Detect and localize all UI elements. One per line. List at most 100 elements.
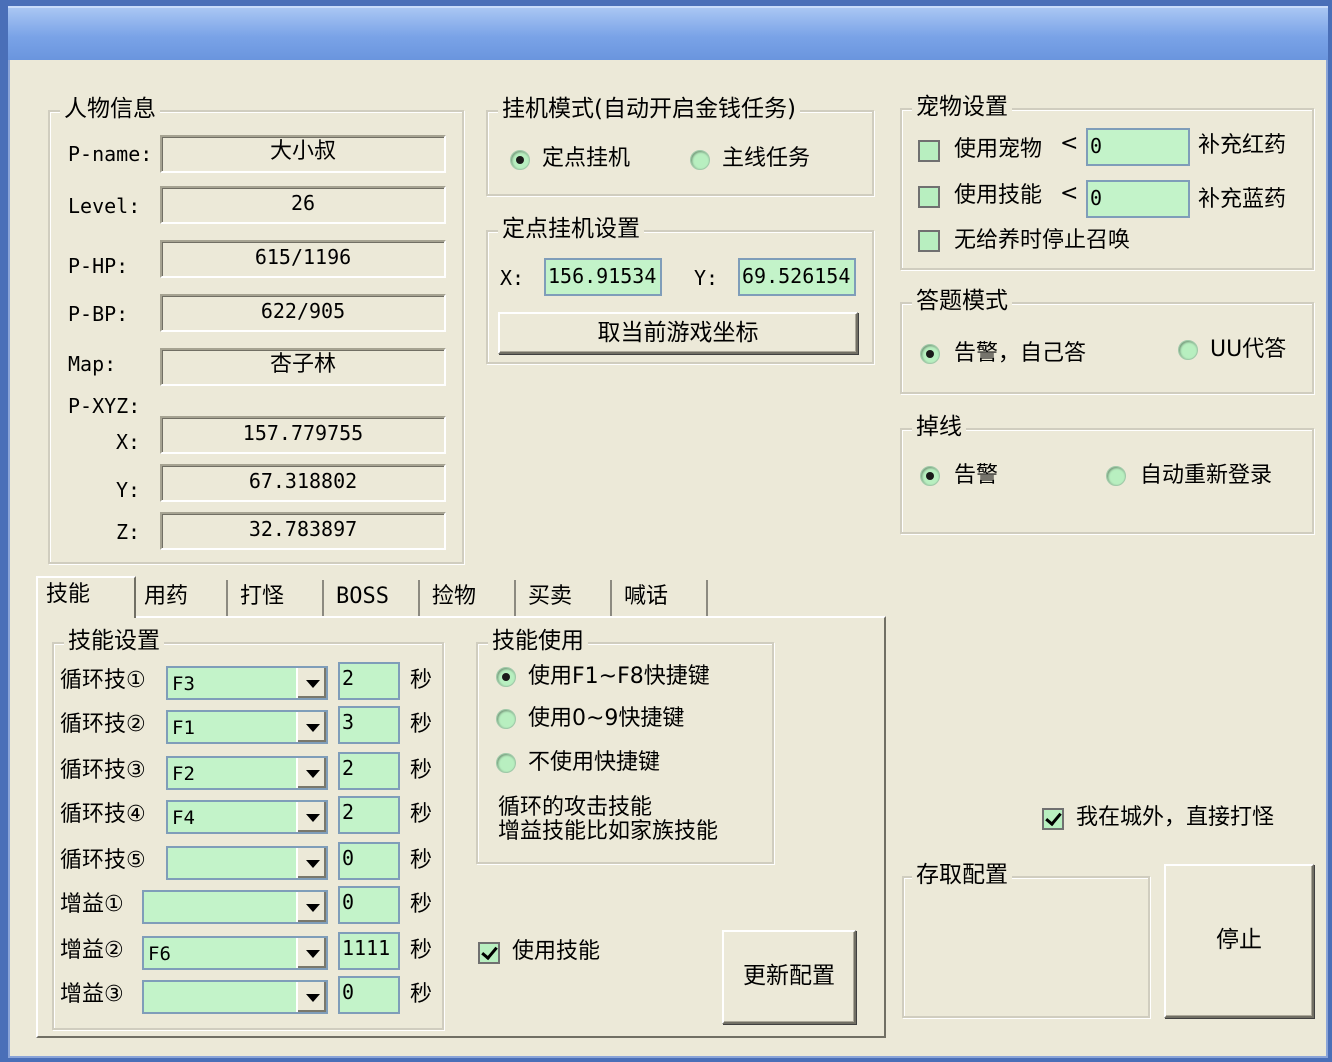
- skill-use-f-radio[interactable]: [496, 667, 516, 687]
- answer-uu-radio[interactable]: [1178, 340, 1198, 360]
- tab-shout[interactable]: 喊话: [616, 580, 708, 616]
- buff-row-2-combo[interactable]: F6: [142, 936, 328, 970]
- mode-main-radio[interactable]: [690, 150, 710, 170]
- answer-title: 答题模式: [912, 288, 1012, 314]
- skill-row-5-combo[interactable]: [166, 846, 328, 880]
- buff-row-1-seconds[interactable]: 0: [338, 886, 400, 924]
- skill-row-1-combo[interactable]: F3: [166, 666, 328, 700]
- skill-use-note-2: 增益技能比如家族技能: [498, 819, 719, 844]
- use-skill-checkbox[interactable]: [478, 942, 500, 964]
- pet-threshold-blue-input[interactable]: 0: [1086, 180, 1190, 218]
- tab-fight[interactable]: 打怪: [232, 580, 324, 616]
- buff-row-2-seconds[interactable]: 1111: [338, 932, 400, 970]
- buff-row-3-seconds[interactable]: 0: [338, 976, 400, 1014]
- level-label: Level:: [68, 194, 141, 218]
- get-coords-button[interactable]: 取当前游戏坐标: [498, 312, 858, 354]
- py-label: Y:: [116, 478, 141, 502]
- use-pet-checkbox[interactable]: [918, 140, 940, 162]
- use-skill-pet-checkbox[interactable]: [918, 186, 940, 208]
- buff-row-1-unit: 秒: [410, 892, 433, 917]
- disconnect-alert-label[interactable]: 告警: [954, 462, 998, 490]
- pbp-value: 622/905: [160, 294, 446, 332]
- chevron-down-icon[interactable]: [296, 758, 326, 788]
- pet-lt-1: <: [1060, 131, 1079, 156]
- skill-use-none-label[interactable]: 不使用快捷键: [528, 749, 660, 777]
- tab-boss[interactable]: BOSS: [328, 580, 420, 616]
- skill-use-none-radio[interactable]: [496, 753, 516, 773]
- chevron-down-icon[interactable]: [296, 892, 326, 922]
- outside-fight-checkbox[interactable]: [1042, 808, 1064, 830]
- skill-row-5-unit: 秒: [410, 848, 433, 873]
- skill-row-2-seconds[interactable]: 3: [338, 706, 400, 744]
- skill-row-3-combo[interactable]: F2: [166, 756, 328, 790]
- pname-label: P-name:: [68, 142, 153, 166]
- mode-main-label[interactable]: 主线任务: [722, 145, 810, 173]
- outside-fight-label[interactable]: 我在城外，直接打怪: [1076, 804, 1274, 832]
- skill-row-4-combo[interactable]: F4: [166, 800, 328, 834]
- stop-summon-label[interactable]: 无给养时停止召唤: [954, 227, 1130, 255]
- py-value: 67.318802: [160, 464, 446, 502]
- disconnect-relogin-radio[interactable]: [1106, 466, 1126, 486]
- skill-use-title: 技能使用: [488, 628, 588, 654]
- mode-fixed-label[interactable]: 定点挂机: [542, 145, 630, 173]
- skill-use-f-label[interactable]: 使用F1~F8快捷键: [528, 663, 710, 691]
- stop-summon-checkbox[interactable]: [918, 230, 940, 252]
- px-label: X:: [116, 430, 141, 454]
- skill-row-4-key: F4: [172, 807, 195, 829]
- answer-uu-label[interactable]: UU代答: [1210, 336, 1286, 364]
- fixed-x-label: X:: [500, 266, 525, 290]
- buff-row-2-label: 增益②: [60, 938, 124, 963]
- disconnect-title: 掉线: [912, 414, 966, 440]
- tab-skills[interactable]: 技能: [36, 576, 136, 618]
- chevron-down-icon[interactable]: [296, 668, 326, 698]
- php-label: P-HP:: [68, 254, 129, 278]
- pet-title: 宠物设置: [912, 94, 1012, 120]
- skill-row-3-label: 循环技③: [60, 758, 146, 783]
- update-config-button[interactable]: 更新配置: [722, 930, 856, 1024]
- pbp-label: P-BP:: [68, 302, 129, 326]
- skill-row-2-combo[interactable]: F1: [166, 710, 328, 744]
- window-title-bar[interactable]: [8, 6, 1328, 60]
- use-skill-pet-label[interactable]: 使用技能: [954, 182, 1042, 210]
- tab-trade[interactable]: 买卖: [520, 580, 612, 616]
- skill-row-4-seconds[interactable]: 2: [338, 796, 400, 834]
- skill-use-num-radio[interactable]: [496, 709, 516, 729]
- pxyz-label: P-XYZ:: [68, 394, 141, 418]
- skill-row-5-seconds[interactable]: 0: [338, 842, 400, 880]
- disconnect-alert-radio[interactable]: [920, 466, 940, 486]
- disconnect-relogin-label[interactable]: 自动重新登录: [1140, 462, 1272, 490]
- skill-row-3-seconds[interactable]: 2: [338, 752, 400, 790]
- use-skill-label[interactable]: 使用技能: [512, 938, 600, 966]
- fixed-x-input[interactable]: 156.91534: [544, 258, 662, 296]
- skill-row-1-seconds[interactable]: 2: [338, 662, 400, 700]
- chevron-down-icon[interactable]: [296, 848, 326, 878]
- chevron-down-icon[interactable]: [296, 712, 326, 742]
- pet-threshold-red-input[interactable]: 0: [1086, 128, 1190, 166]
- skill-use-num-label[interactable]: 使用0~9快捷键: [528, 705, 684, 733]
- skill-row-5-label: 循环技⑤: [60, 848, 146, 873]
- map-label: Map:: [68, 352, 117, 376]
- skill-row-2-label: 循环技②: [60, 712, 146, 737]
- buff-row-2-key: F6: [148, 943, 171, 965]
- answer-self-label[interactable]: 告警，自己答: [954, 340, 1086, 368]
- chevron-down-icon[interactable]: [296, 982, 326, 1012]
- buff-row-1-combo[interactable]: [142, 890, 328, 924]
- fixed-point-title: 定点挂机设置: [498, 216, 644, 242]
- skill-settings-title: 技能设置: [64, 628, 164, 654]
- php-value: 615/1196: [160, 240, 446, 278]
- buff-row-3-combo[interactable]: [142, 980, 328, 1014]
- use-pet-label[interactable]: 使用宠物: [954, 136, 1042, 164]
- mode-fixed-radio[interactable]: [510, 150, 530, 170]
- person-info-title: 人物信息: [60, 96, 160, 122]
- pname-value: 大小叔: [160, 135, 446, 173]
- skill-use-note-1: 循环的攻击技能: [498, 795, 653, 820]
- answer-self-radio[interactable]: [920, 344, 940, 364]
- stop-button[interactable]: 停止: [1164, 864, 1314, 1018]
- pz-label: Z:: [116, 520, 141, 544]
- chevron-down-icon[interactable]: [296, 802, 326, 832]
- tab-medicine[interactable]: 用药: [136, 580, 228, 616]
- tab-pickup[interactable]: 捡物: [424, 580, 516, 616]
- fixed-y-input[interactable]: 69.526154: [738, 258, 856, 296]
- chevron-down-icon[interactable]: [296, 938, 326, 968]
- storage-group: [902, 876, 1150, 1018]
